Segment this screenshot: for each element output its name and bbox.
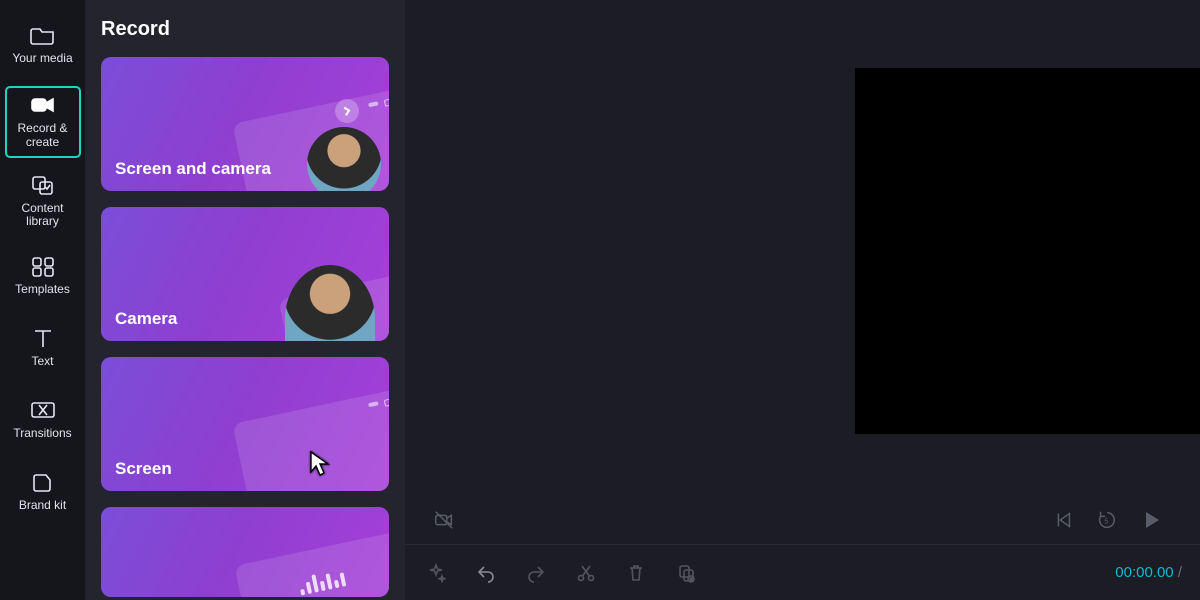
record-option-screen[interactable]: Screen <box>101 357 389 491</box>
rail-item-templates[interactable]: Templates <box>5 245 81 307</box>
brand-kit-icon <box>30 471 56 493</box>
timecode: 00:00.00 / <box>1115 564 1182 581</box>
rail-item-label: Record & create <box>9 122 77 150</box>
rail-item-your-media[interactable]: Your media <box>5 14 81 76</box>
panel-title: Record <box>101 18 389 41</box>
video-preview[interactable] <box>855 68 1200 434</box>
rail-item-label: Templates <box>15 283 70 297</box>
timecode-separator: / <box>1178 564 1182 581</box>
rail-item-label: Transitions <box>13 427 71 441</box>
window-thumbnail-icon <box>232 389 389 491</box>
svg-text:5: 5 <box>1104 517 1108 526</box>
camera-off-icon[interactable] <box>427 503 461 537</box>
rail-item-brand-kit[interactable]: Brand kit <box>5 461 81 523</box>
rail-item-record-create[interactable]: Record & create <box>5 86 81 158</box>
record-option-camera[interactable]: Camera <box>101 207 389 341</box>
record-options: Screen and camera Camera Screen <box>101 57 389 597</box>
person-avatar-icon <box>307 127 381 191</box>
rail-item-label: Your media <box>12 52 72 66</box>
split-button[interactable] <box>573 560 599 586</box>
redo-button[interactable] <box>523 560 549 586</box>
left-rail: Your media Record & create Content libra… <box>0 0 85 600</box>
video-camera-icon <box>30 94 56 116</box>
rail-item-label: Text <box>31 355 53 369</box>
duplicate-button[interactable] <box>673 560 699 586</box>
timecode-current: 00:00.00 <box>1115 564 1173 581</box>
record-option-label: Camera <box>115 309 177 329</box>
content-library-icon <box>30 174 56 196</box>
main-area: 5 00:00.00 / <box>405 0 1200 600</box>
canvas-area <box>405 0 1200 496</box>
undo-button[interactable] <box>473 560 499 586</box>
person-avatar-icon <box>285 265 375 341</box>
record-option-screen-and-camera[interactable]: Screen and camera <box>101 57 389 191</box>
text-icon <box>30 327 56 349</box>
templates-icon <box>30 255 56 277</box>
rail-item-transitions[interactable]: Transitions <box>5 389 81 451</box>
delete-button[interactable] <box>623 560 649 586</box>
play-button[interactable] <box>1134 503 1168 537</box>
timeline-toolbar: 00:00.00 / <box>405 544 1200 600</box>
record-option-next[interactable] <box>101 507 389 597</box>
skip-start-button[interactable] <box>1046 503 1080 537</box>
rail-item-text[interactable]: Text <box>5 317 81 379</box>
sparkle-button[interactable] <box>423 560 449 586</box>
rail-item-content-library[interactable]: Content library <box>5 168 81 236</box>
player-controls: 5 <box>405 496 1200 544</box>
record-option-label: Screen and camera <box>115 159 271 179</box>
record-panel: Record Screen and camera Camera Screen <box>85 0 405 600</box>
record-option-label: Screen <box>115 459 172 479</box>
rewind-5-button[interactable]: 5 <box>1090 503 1124 537</box>
rail-item-label: Content library <box>7 202 79 230</box>
rail-item-label: Brand kit <box>19 499 66 513</box>
transitions-icon <box>30 399 56 421</box>
folder-icon <box>30 24 56 46</box>
